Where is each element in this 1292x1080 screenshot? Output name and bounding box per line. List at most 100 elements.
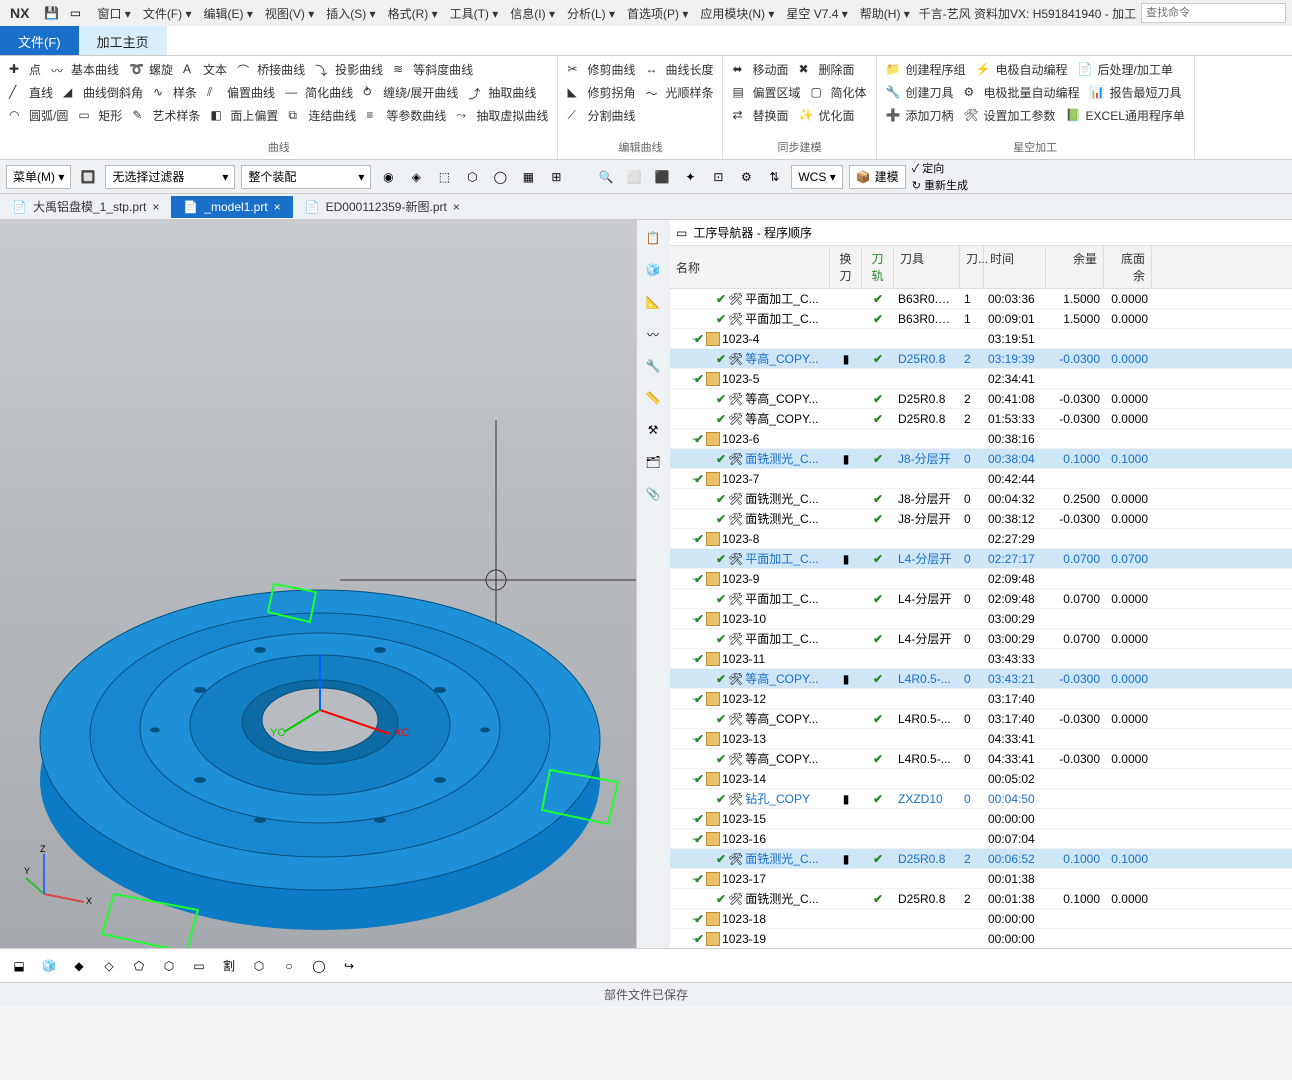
table-row[interactable]: −✔1023-1103:43:33 xyxy=(670,649,1292,669)
bt-icon[interactable]: 割 xyxy=(218,955,240,977)
table-row[interactable]: −✔1023-600:38:16 xyxy=(670,429,1292,449)
collapse-icon[interactable]: − xyxy=(674,732,692,746)
table-row[interactable]: ✔🛠平面加工_C...✔L4-分层开002:09:480.07000.0000 xyxy=(670,589,1292,609)
collapse-icon[interactable]: − xyxy=(674,772,692,786)
table-row[interactable]: −✔1023-700:42:44 xyxy=(670,469,1292,489)
table-row[interactable]: ✔🛠平面加工_C...✔B63R0.8-...100:09:011.50000.… xyxy=(670,309,1292,329)
nav-icon[interactable]: 📏 xyxy=(639,384,667,412)
ribbon-button[interactable]: ⥁缠绕/展开曲线 xyxy=(360,83,461,102)
collapse-icon[interactable]: − xyxy=(674,532,692,546)
ribbon-button[interactable]: ◧面上偏置 xyxy=(207,106,281,125)
ribbon-button[interactable]: ◢曲线倒斜角 xyxy=(60,83,146,102)
menu-item[interactable]: 帮助(H) ▾ xyxy=(856,3,914,24)
tb-icon[interactable]: ◈ xyxy=(405,166,427,188)
3d-viewport[interactable]: XC YC X Y Z xyxy=(0,220,636,948)
bt-icon[interactable]: 🧊 xyxy=(38,955,60,977)
menu-item[interactable]: 视图(V) ▾ xyxy=(261,3,318,24)
table-row[interactable]: ✔🛠等高_COPY...✔L4R0.5-...003:17:40-0.03000… xyxy=(670,709,1292,729)
ribbon-button[interactable]: 〜光顺样条 xyxy=(642,83,716,102)
bt-icon[interactable]: ↪ xyxy=(338,955,360,977)
filter-dropdown[interactable]: 无选择过滤器▾ xyxy=(105,165,235,189)
table-row[interactable]: −✔1023-1700:01:38 xyxy=(670,869,1292,889)
ribbon-button[interactable]: ▢简化体 xyxy=(807,83,869,102)
nav-icon[interactable]: 📋 xyxy=(639,224,667,252)
tb-icon[interactable]: ⇅ xyxy=(763,166,785,188)
bt-icon[interactable]: ⬓ xyxy=(8,955,30,977)
collapse-icon[interactable]: − xyxy=(674,432,692,446)
table-row[interactable]: ✔🛠面铣测光_C...▮✔J8-分层开000:38:040.10000.1000 xyxy=(670,449,1292,469)
menu-item[interactable]: 窗口 ▾ xyxy=(93,3,134,24)
nav-icon[interactable]: 🔧 xyxy=(639,352,667,380)
ribbon-button[interactable]: 🛠设置加工参数 xyxy=(961,106,1059,125)
tab-file[interactable]: 文件(F) xyxy=(0,26,79,55)
tb-icon[interactable]: ◯ xyxy=(489,166,511,188)
ribbon-button[interactable]: ◠圆弧/圆 xyxy=(6,106,71,125)
close-icon[interactable]: × xyxy=(453,200,460,214)
col-hd[interactable]: 换刀 xyxy=(830,246,862,288)
tb-icon[interactable]: ✦ xyxy=(679,166,701,188)
tb-icon[interactable]: 🔍 xyxy=(595,166,617,188)
bt-icon[interactable]: ▭ xyxy=(188,955,210,977)
ribbon-button[interactable]: 📊报告最短刀具 xyxy=(1087,83,1185,102)
tb-icon[interactable]: ◉ xyxy=(377,166,399,188)
collapse-icon[interactable]: − xyxy=(674,652,692,666)
close-icon[interactable]: × xyxy=(274,200,281,214)
ribbon-button[interactable]: ⤴抽取曲线 xyxy=(465,83,539,102)
bt-icon[interactable]: ○ xyxy=(278,955,300,977)
menu-item[interactable]: 信息(I) ▾ xyxy=(506,3,559,24)
doc-tab[interactable]: 📄_model1.prt × xyxy=(171,196,292,218)
menu-item[interactable]: 分析(L) ▾ xyxy=(563,3,619,24)
ribbon-button[interactable]: ⫽偏置曲线 xyxy=(204,83,278,102)
collapse-icon[interactable]: − xyxy=(674,472,692,486)
col-dn[interactable]: 刀... xyxy=(960,246,984,288)
table-row[interactable]: ✔🛠平面加工_C...✔B63R0.8-...100:03:361.50000.… xyxy=(670,289,1292,309)
ribbon-button[interactable]: ↔曲线长度 xyxy=(642,60,716,79)
ribbon-button[interactable]: ╱直线 xyxy=(6,83,56,102)
col-yu[interactable]: 余量 xyxy=(1046,246,1104,288)
table-row[interactable]: −✔1023-1800:00:00 xyxy=(670,909,1292,929)
nav-icon[interactable]: 〰 xyxy=(639,320,667,348)
tab-cam-home[interactable]: 加工主页 xyxy=(79,26,167,55)
menu-item[interactable]: 编辑(E) ▾ xyxy=(200,3,257,24)
table-row[interactable]: −✔1023-1400:05:02 xyxy=(670,769,1292,789)
ribbon-button[interactable]: 📗EXCEL通用程序单 xyxy=(1063,106,1188,125)
ribbon-button[interactable]: 🔧创建刀具 xyxy=(883,83,957,102)
ribbon-button[interactable]: ≡等参数曲线 xyxy=(363,106,449,125)
collapse-icon[interactable]: − xyxy=(674,872,692,886)
tb-icon[interactable]: ⬛ xyxy=(651,166,673,188)
tb-icon[interactable]: ⊡ xyxy=(707,166,729,188)
menu-item[interactable]: 工具(T) ▾ xyxy=(446,3,503,24)
menu-item[interactable]: 星空 V7.4 ▾ xyxy=(782,3,851,24)
table-row[interactable]: ✔🛠平面加工_C...▮✔L4-分层开002:27:170.07000.0700 xyxy=(670,549,1292,569)
collapse-icon[interactable]: − xyxy=(674,932,692,946)
collapse-icon[interactable]: − xyxy=(674,912,692,926)
ribbon-button[interactable]: ≋等斜度曲线 xyxy=(390,60,476,79)
collapse-icon[interactable]: − xyxy=(674,572,692,586)
nav-icon[interactable]: 📐 xyxy=(639,288,667,316)
bt-icon[interactable]: ◯ xyxy=(308,955,330,977)
tb-icon[interactable]: ⬡ xyxy=(461,166,483,188)
menu-dropdown[interactable]: 菜单(M) ▾ xyxy=(6,165,71,189)
ribbon-button[interactable]: ⇄替换面 xyxy=(729,106,791,125)
doc-tab[interactable]: 📄大禹铝盘模_1_stp.prt × xyxy=(0,194,171,219)
tb-icon[interactable]: ▦ xyxy=(517,166,539,188)
nav-icon[interactable]: 📎 xyxy=(639,480,667,508)
bt-icon[interactable]: ⬡ xyxy=(158,955,180,977)
col-tool[interactable]: 刀具 xyxy=(894,246,960,288)
collapse-icon[interactable]: − xyxy=(674,612,692,626)
menu-item[interactable]: 插入(S) ▾ xyxy=(322,3,379,24)
table-row[interactable]: −✔1023-1600:07:04 xyxy=(670,829,1292,849)
ribbon-button[interactable]: ⧉连结曲线 xyxy=(285,106,359,125)
table-row[interactable]: ✔🛠等高_COPY...▮✔D25R0.8203:19:39-0.03000.0… xyxy=(670,349,1292,369)
nav-icon[interactable]: 🗂 xyxy=(639,448,667,476)
ribbon-button[interactable]: ✚点 xyxy=(6,60,44,79)
menu-item[interactable]: 应用模块(N) ▾ xyxy=(696,3,778,24)
ribbon-button[interactable]: 〰基本曲线 xyxy=(48,60,122,79)
collapse-icon[interactable]: − xyxy=(674,332,692,346)
ribbon-button[interactable]: ⟋分割曲线 xyxy=(564,106,638,125)
table-row[interactable]: −✔1023-902:09:48 xyxy=(670,569,1292,589)
bt-icon[interactable]: ⬡ xyxy=(248,955,270,977)
collapse-icon[interactable]: − xyxy=(674,812,692,826)
ribbon-button[interactable]: A文本 xyxy=(180,60,230,79)
table-row[interactable]: ✔🛠平面加工_C...✔L4-分层开003:00:290.07000.0000 xyxy=(670,629,1292,649)
